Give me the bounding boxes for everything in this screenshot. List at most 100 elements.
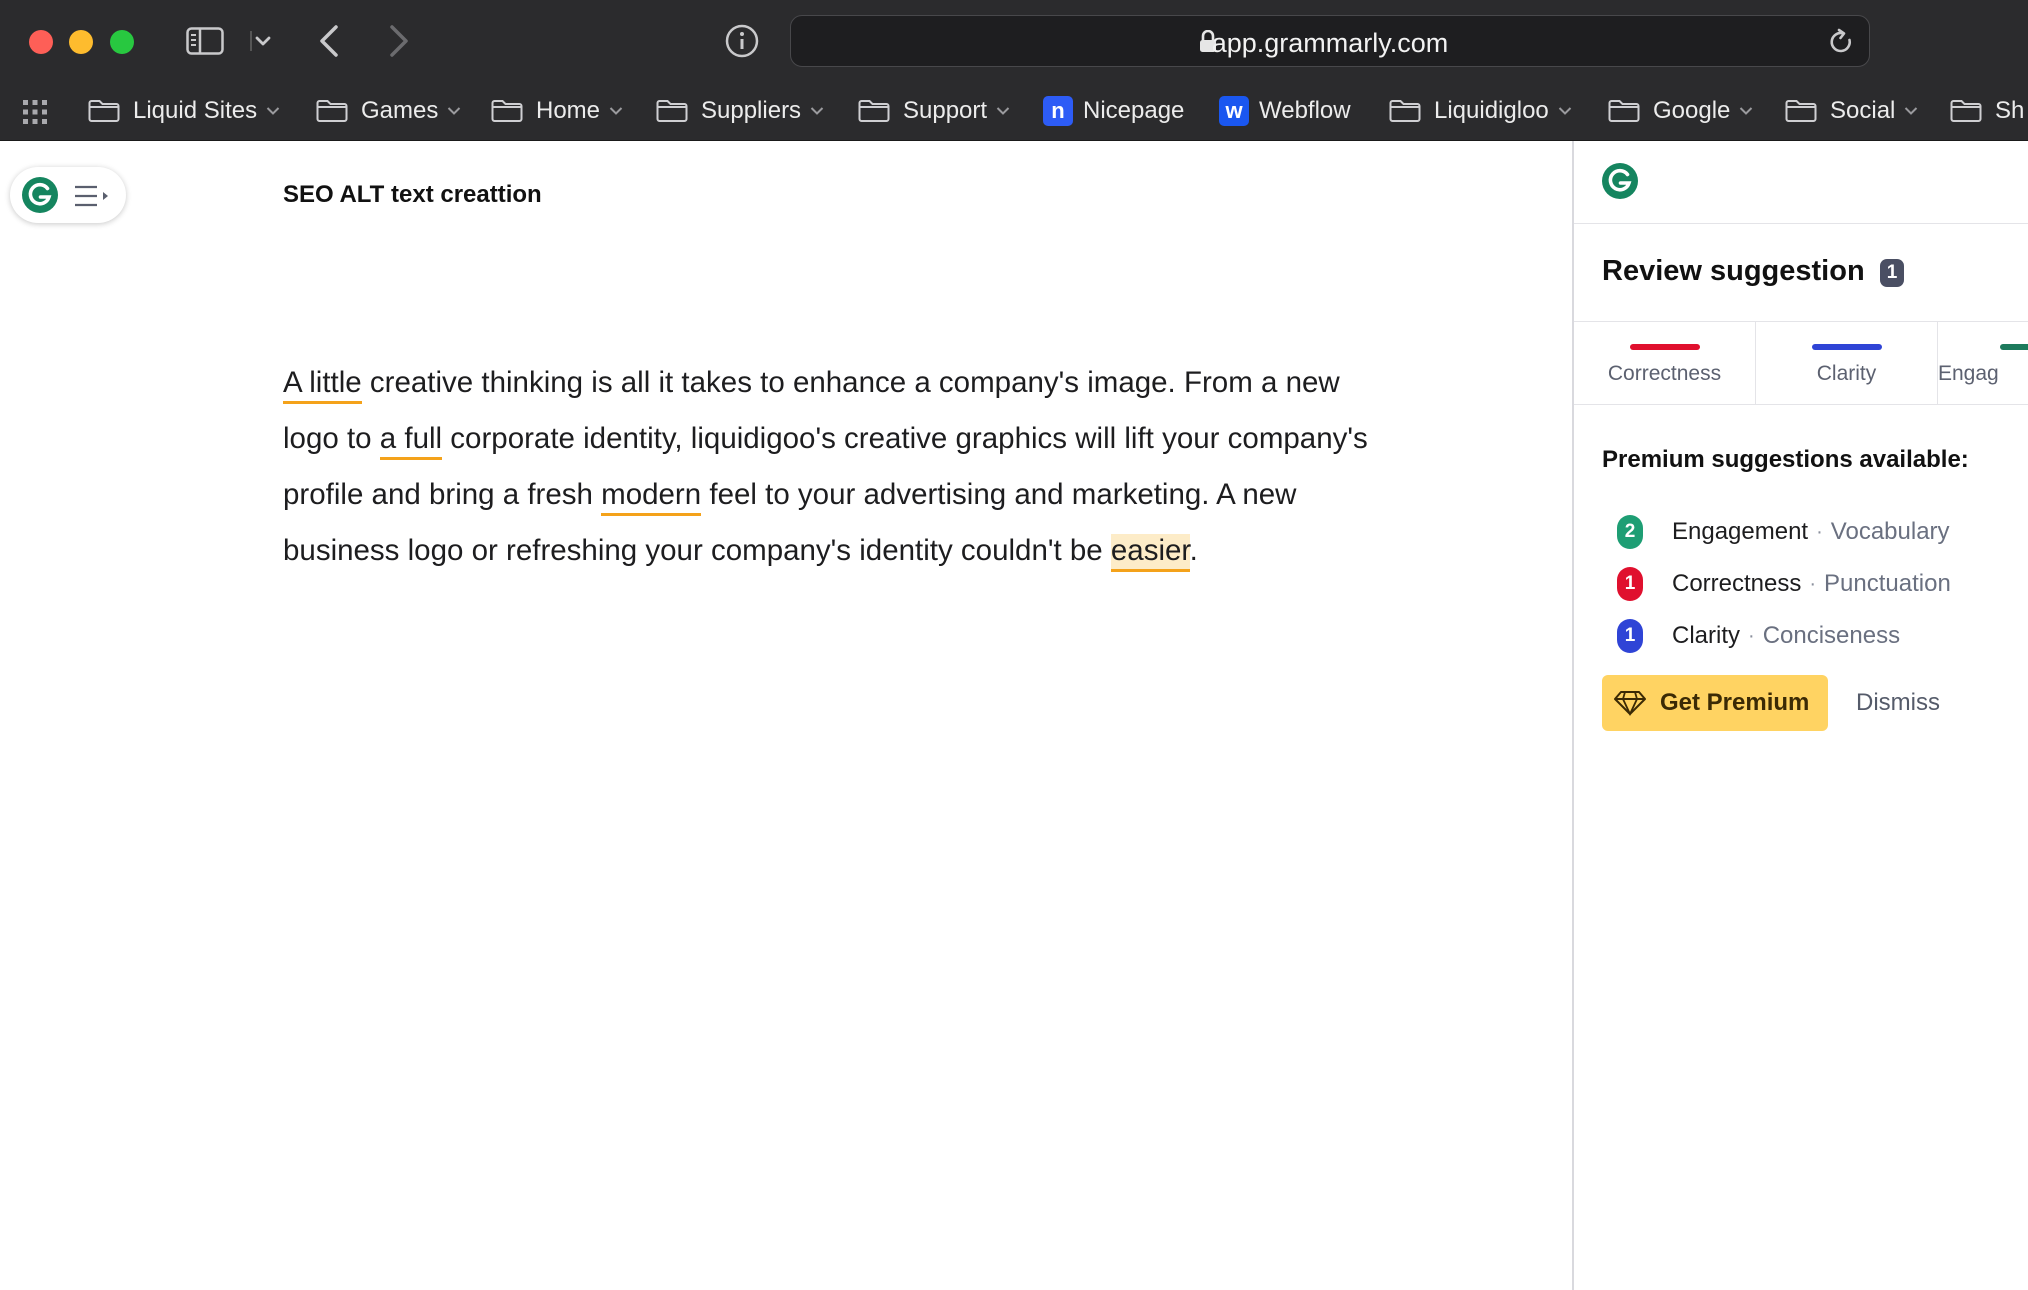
chevron-down-icon [996, 107, 1010, 115]
review-suggestion-title: Review suggestion [1602, 255, 1865, 287]
folder-icon [656, 100, 688, 122]
separator-dot: · [1809, 572, 1817, 595]
bookmark-webflow[interactable]: w Webflow [1219, 82, 1351, 140]
bookmark-sh[interactable]: Sh [1950, 82, 2024, 140]
count-badge: 1 [1617, 619, 1643, 653]
bookmark-label: Liquidigloo [1434, 97, 1549, 124]
get-premium-button[interactable]: Get Premium [1602, 675, 1828, 731]
premium-item-clarity[interactable]: 1 Clarity · Conciseness [1602, 616, 1900, 656]
minimize-window-button[interactable] [69, 30, 93, 54]
folder-icon [491, 100, 523, 122]
category-tabs: Correctness Clarity Engag [1574, 321, 2028, 405]
flagged-word[interactable]: A little [283, 366, 362, 404]
subcategory-label: Punctuation [1824, 570, 1951, 597]
info-icon[interactable] [724, 23, 760, 59]
dismiss-button[interactable]: Dismiss [1856, 689, 1940, 717]
flagged-word[interactable]: a full [379, 422, 443, 460]
bookmark-label: Social [1830, 97, 1896, 124]
bookmark-support[interactable]: Support [858, 82, 1010, 140]
browser-titlebar: app.grammarly.com [0, 0, 2028, 82]
count-badge: 2 [1617, 515, 1643, 549]
bookmark-home[interactable]: Home [491, 82, 623, 140]
tab-engagement[interactable]: Engag [1938, 322, 2028, 404]
folder-icon [88, 100, 120, 122]
tab-label: Correctness [1607, 362, 1722, 385]
zoom-window-button[interactable] [110, 30, 134, 54]
bookmark-label: Nicepage [1083, 97, 1185, 124]
folder-icon [1389, 100, 1421, 122]
webflow-logo-icon: w [1219, 96, 1249, 126]
separator-dot: · [1748, 624, 1755, 647]
reload-icon[interactable] [1827, 28, 1855, 56]
folder-icon [316, 100, 348, 122]
body-text: . [1189, 534, 1198, 567]
bookmarks-bar: Liquid Sites Games Home Suppliers Support n Ni… [0, 82, 2028, 141]
subcategory-label: Vocabulary [1830, 518, 1950, 545]
divider [1574, 223, 2028, 224]
category-label: Clarity [1672, 622, 1741, 649]
bookmark-games[interactable]: Games [316, 82, 461, 140]
grammarly-widget[interactable] [10, 167, 126, 223]
tab-correctness[interactable]: Correctness [1574, 322, 1756, 404]
menu-icon[interactable] [74, 183, 110, 209]
bookmark-nicepage[interactable]: n Nicepage [1043, 82, 1184, 140]
premium-suggestions-title: Premium suggestions available: [1602, 446, 1969, 473]
engagement-score-bar [2000, 344, 2028, 350]
bookmark-label: Support [903, 97, 988, 124]
active-flagged-word[interactable]: easier [1110, 534, 1190, 572]
bookmark-label: Liquid Sites [133, 97, 258, 124]
document-body[interactable]: A little creative thinking is all it tak… [283, 355, 1403, 579]
subcategory-label: Conciseness [1762, 622, 1901, 649]
bookmark-liquid-sites[interactable]: Liquid Sites [88, 82, 280, 140]
grammarly-assistant-panel: Review suggestion 1 Correctness Clarity … [1572, 141, 2028, 1290]
grammarly-logo-icon [1602, 163, 1638, 199]
url-text: app.grammarly.com [1211, 28, 1449, 58]
document-editor: SEO ALT text creattion A little creative… [0, 141, 1572, 1290]
address-bar[interactable]: app.grammarly.com [790, 15, 1870, 67]
chevron-down-icon [810, 107, 824, 115]
chevron-down-icon [448, 107, 461, 115]
clarity-score-bar [1811, 344, 1882, 350]
tab-label: Engag [1938, 362, 1999, 385]
flagged-word[interactable]: modern [601, 478, 702, 516]
folder-icon [1608, 100, 1640, 122]
premium-item-correctness[interactable]: 1 Correctness · Punctuation [1602, 564, 1951, 604]
category-label: Engagement [1672, 518, 1809, 545]
bookmark-label: Suppliers [701, 97, 802, 124]
close-window-button[interactable] [29, 30, 53, 54]
apps-grid-icon[interactable] [22, 99, 48, 125]
bookmark-label: Home [536, 97, 601, 124]
grammarly-logo-icon [22, 177, 58, 213]
chevron-down-icon [266, 107, 280, 115]
count-badge: 1 [1617, 567, 1643, 601]
tab-label: Clarity [1816, 362, 1877, 385]
tab-clarity[interactable]: Clarity [1756, 322, 1938, 404]
bookmark-label: Games [361, 97, 439, 124]
bookmark-google[interactable]: Google [1608, 82, 1753, 140]
correctness-score-bar [1629, 344, 1700, 350]
folder-icon [858, 100, 890, 122]
sidebar-toggle-icon[interactable] [186, 27, 224, 55]
chevron-down-icon [1740, 107, 1753, 115]
bookmark-label: Google [1653, 97, 1731, 124]
review-count-badge: 1 [1880, 259, 1904, 287]
bookmark-suppliers[interactable]: Suppliers [656, 82, 824, 140]
category-label: Correctness [1672, 570, 1802, 597]
folder-icon [1950, 100, 1982, 122]
chevron-down-icon[interactable] [250, 28, 272, 54]
bookmark-label: Sh [1995, 97, 2025, 124]
chevron-down-icon [1558, 107, 1571, 115]
back-arrow-icon[interactable] [314, 22, 344, 60]
chevron-down-icon [1905, 107, 1918, 115]
bookmark-social[interactable]: Social [1785, 82, 1918, 140]
get-premium-label: Get Premium [1660, 689, 1810, 716]
bookmark-label: Webflow [1259, 97, 1351, 124]
forward-arrow-icon[interactable] [384, 22, 414, 60]
diamond-icon [1614, 691, 1646, 716]
document-title[interactable]: SEO ALT text creattion [283, 181, 542, 209]
premium-item-engagement[interactable]: 2 Engagement · Vocabulary [1602, 512, 1950, 552]
folder-icon [1785, 100, 1817, 122]
nicepage-logo-icon: n [1043, 96, 1073, 126]
separator-dot: · [1816, 520, 1823, 543]
bookmark-liquidigloo[interactable]: Liquidigloo [1389, 82, 1572, 140]
